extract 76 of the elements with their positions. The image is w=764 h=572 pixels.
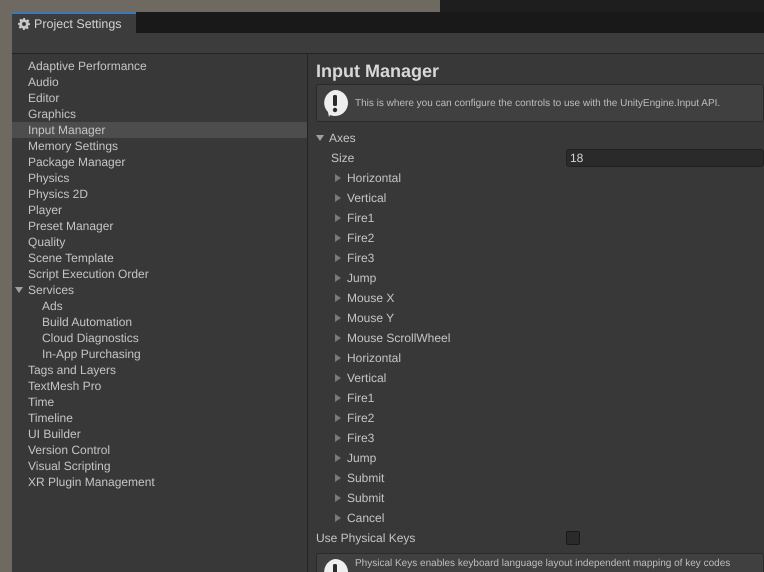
- triangle-icon[interactable]: [334, 454, 342, 462]
- sidebar-item[interactable]: Player: [12, 202, 307, 218]
- sidebar-item[interactable]: Audio: [12, 74, 307, 90]
- sidebar-item[interactable]: Memory Settings: [12, 138, 307, 154]
- help-text: This is where you can configure the controls to use with the UnityEngine.Input API.: [355, 98, 720, 108]
- sidebar-item[interactable]: Editor: [12, 90, 307, 106]
- sidebar-item[interactable]: Version Control: [12, 442, 307, 458]
- sidebar-item[interactable]: UI Builder: [12, 426, 307, 442]
- axis-foldout[interactable]: Fire1: [316, 388, 764, 408]
- axis-foldout[interactable]: Mouse Y: [316, 308, 764, 328]
- sidebar-item[interactable]: Package Manager: [12, 154, 307, 170]
- sidebar-item[interactable]: Graphics: [12, 106, 307, 122]
- triangle-icon[interactable]: [334, 274, 342, 282]
- axis-foldout[interactable]: Submit: [316, 468, 764, 488]
- size-label: Size: [331, 151, 356, 165]
- use-physical-keys-label: Use Physical Keys: [316, 531, 416, 545]
- axis-foldout[interactable]: Horizontal: [316, 168, 764, 188]
- axis-foldout[interactable]: Mouse ScrollWheel: [316, 328, 764, 348]
- sidebar-item[interactable]: Build Automation: [12, 314, 307, 330]
- axis-foldout[interactable]: Jump: [316, 268, 764, 288]
- axes-foldout[interactable]: Axes: [316, 128, 764, 148]
- axis-foldout[interactable]: Vertical: [316, 188, 764, 208]
- triangle-icon[interactable]: [334, 294, 342, 302]
- triangle-icon[interactable]: [316, 134, 324, 142]
- axis-foldout[interactable]: Fire2: [316, 228, 764, 248]
- triangle-icon[interactable]: [334, 214, 342, 222]
- sidebar-item[interactable]: Input Manager: [12, 122, 307, 138]
- sidebar-item[interactable]: Physics 2D: [12, 186, 307, 202]
- sidebar-item[interactable]: Preset Manager: [12, 218, 307, 234]
- sidebar-item[interactable]: Physics: [12, 170, 307, 186]
- sidebar-item[interactable]: Timeline: [12, 410, 307, 426]
- sidebar-item[interactable]: Adaptive Performance: [12, 58, 307, 74]
- exclamation-bubble-icon: [321, 89, 349, 117]
- triangle-icon[interactable]: [334, 334, 342, 342]
- sidebar-item[interactable]: Ads: [12, 298, 307, 314]
- sidebar-item[interactable]: Time: [12, 394, 307, 410]
- help-text: Physical Keys enables keyboard language layout independent mapping of key codes: [355, 558, 730, 569]
- triangle-icon[interactable]: [15, 286, 23, 294]
- sidebar-item[interactable]: Visual Scripting: [12, 458, 307, 474]
- axis-foldout[interactable]: Fire1: [316, 208, 764, 228]
- triangle-icon[interactable]: [334, 314, 342, 322]
- triangle-icon[interactable]: [334, 354, 342, 362]
- size-field[interactable]: 18: [566, 149, 764, 167]
- sidebar-item[interactable]: TextMesh Pro: [12, 378, 307, 394]
- sidebar-item[interactable]: Tags and Layers: [12, 362, 307, 378]
- axis-foldout[interactable]: Fire3: [316, 248, 764, 268]
- axis-foldout[interactable]: Vertical: [316, 368, 764, 388]
- triangle-icon[interactable]: [334, 194, 342, 202]
- axis-foldout[interactable]: Fire2: [316, 408, 764, 428]
- sidebar-item[interactable]: Services: [12, 282, 307, 298]
- triangle-icon[interactable]: [334, 174, 342, 182]
- window-tab[interactable]: Project Settings: [12, 12, 136, 33]
- triangle-icon[interactable]: [334, 394, 342, 402]
- axis-foldout[interactable]: Fire3: [316, 428, 764, 448]
- triangle-icon[interactable]: [334, 254, 342, 262]
- axis-foldout[interactable]: Cancel: [316, 508, 764, 528]
- sidebar-item[interactable]: Scene Template: [12, 250, 307, 266]
- panel-title: Input Manager: [316, 60, 440, 83]
- triangle-icon[interactable]: [334, 374, 342, 382]
- triangle-icon[interactable]: [334, 414, 342, 422]
- axis-foldout[interactable]: Horizontal: [316, 348, 764, 368]
- axis-foldout[interactable]: Jump: [316, 448, 764, 468]
- sidebar-item[interactable]: Quality: [12, 234, 307, 250]
- settings-icon: [18, 18, 30, 30]
- sidebar-item[interactable]: Script Execution Order: [12, 266, 307, 282]
- axis-foldout[interactable]: Mouse X: [316, 288, 764, 308]
- triangle-icon[interactable]: [334, 474, 342, 482]
- axis-foldout[interactable]: Submit: [316, 488, 764, 508]
- triangle-icon[interactable]: [334, 514, 342, 522]
- triangle-icon[interactable]: [334, 434, 342, 442]
- triangle-icon[interactable]: [334, 234, 342, 242]
- checkbox[interactable]: [566, 531, 580, 545]
- sidebar-item[interactable]: Cloud Diagnostics: [12, 330, 307, 346]
- sidebar-item[interactable]: XR Plugin Management: [12, 474, 307, 490]
- triangle-icon[interactable]: [334, 494, 342, 502]
- sidebar-item[interactable]: In-App Purchasing: [12, 346, 307, 362]
